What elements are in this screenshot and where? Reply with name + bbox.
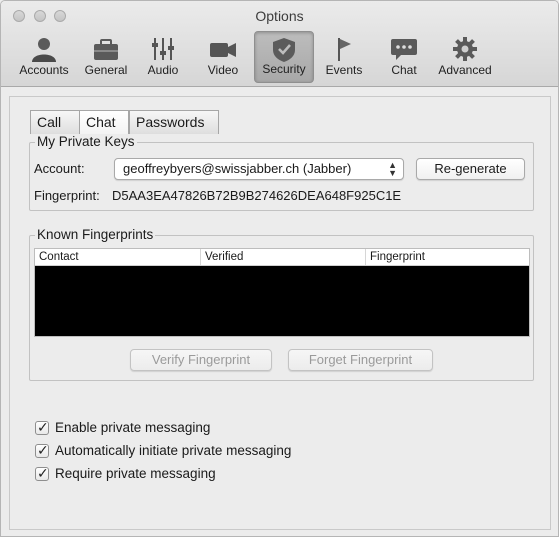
- checkbox-label: Require private messaging: [55, 466, 216, 481]
- audio-icon: [152, 38, 174, 60]
- toolbar-general[interactable]: General: [78, 31, 134, 83]
- account-value: geoffreybyers@swissjabber.ch (Jabber): [123, 161, 352, 176]
- toolbar-audio[interactable]: Audio: [134, 31, 192, 83]
- toolbar-security[interactable]: Security: [254, 31, 314, 83]
- toolbar-advanced[interactable]: Advanced: [434, 31, 496, 83]
- toolbar-label: General: [84, 63, 128, 77]
- toolbar-label: Video: [207, 63, 239, 77]
- table-body[interactable]: [35, 266, 529, 336]
- checkbox-checked-icon: [35, 465, 49, 482]
- fingerprints-table[interactable]: Contact Verified Fingerprint: [34, 248, 530, 337]
- events-icon: [338, 38, 351, 61]
- tab-call[interactable]: Call: [30, 110, 80, 134]
- toolbar-chat[interactable]: Chat: [374, 31, 434, 83]
- checkbox-label: Enable private messaging: [55, 420, 211, 435]
- toolbar-accounts[interactable]: Accounts: [10, 31, 78, 83]
- chat-icon: [391, 39, 417, 60]
- column-header-verified[interactable]: Verified: [201, 249, 366, 265]
- fingerprint-label: Fingerprint:: [34, 188, 100, 203]
- private-keys-group: My Private Keys Account: geoffreybyers@s…: [29, 134, 534, 211]
- forget-fingerprint-button[interactable]: Forget Fingerprint: [288, 349, 433, 371]
- regenerate-button[interactable]: Re-generate: [416, 158, 525, 180]
- accounts-icon: [32, 38, 56, 62]
- tab-passwords[interactable]: Passwords: [129, 110, 219, 134]
- checkbox-label: Automatically initiate private messaging: [55, 443, 292, 458]
- general-icon: [94, 39, 118, 60]
- toolbar-label: Audio: [147, 63, 179, 77]
- toolbar-label: Accounts: [19, 63, 69, 77]
- verify-fingerprint-button[interactable]: Verify Fingerprint: [130, 349, 272, 371]
- titlebar: Options Accounts General Audio Video Sec…: [1, 1, 558, 87]
- checkbox-checked-icon: [35, 419, 49, 436]
- updown-arrows-icon: ▲ ▼: [388, 160, 397, 178]
- tab-chat[interactable]: Chat: [79, 110, 129, 134]
- toolbar-events[interactable]: Events: [314, 31, 374, 83]
- advanced-icon: [453, 37, 477, 61]
- checkbox-checked-icon: [35, 442, 49, 459]
- column-header-contact[interactable]: Contact: [35, 249, 201, 265]
- toolbar-label: Security: [262, 62, 306, 76]
- security-icon: [273, 38, 295, 62]
- known-fingerprints-group: Known Fingerprints Contact Verified Fing…: [29, 227, 534, 381]
- video-icon: [210, 43, 236, 57]
- account-select[interactable]: geoffreybyers@swissjabber.ch (Jabber) ▲ ▼: [114, 158, 404, 180]
- table-header: Contact Verified Fingerprint: [35, 249, 529, 266]
- private-keys-title: My Private Keys: [35, 134, 137, 149]
- toolbar-label: Advanced: [438, 63, 492, 77]
- known-fingerprints-title: Known Fingerprints: [35, 227, 156, 242]
- account-label: Account:: [34, 161, 85, 176]
- fingerprint-value: D5AA3EA47826B72B9B274626DEA648F925C1E: [112, 188, 402, 203]
- toolbar-video[interactable]: Video: [192, 31, 254, 83]
- window-title: Options: [255, 8, 304, 24]
- toolbar-label: Chat: [391, 63, 417, 77]
- column-header-fingerprint[interactable]: Fingerprint: [366, 249, 531, 265]
- toolbar-label: Events: [325, 63, 363, 77]
- options-window: Options Accounts General Audio Video Sec…: [0, 0, 559, 537]
- preferences-panel: Call Chat Passwords My Private Keys Acco…: [9, 96, 551, 530]
